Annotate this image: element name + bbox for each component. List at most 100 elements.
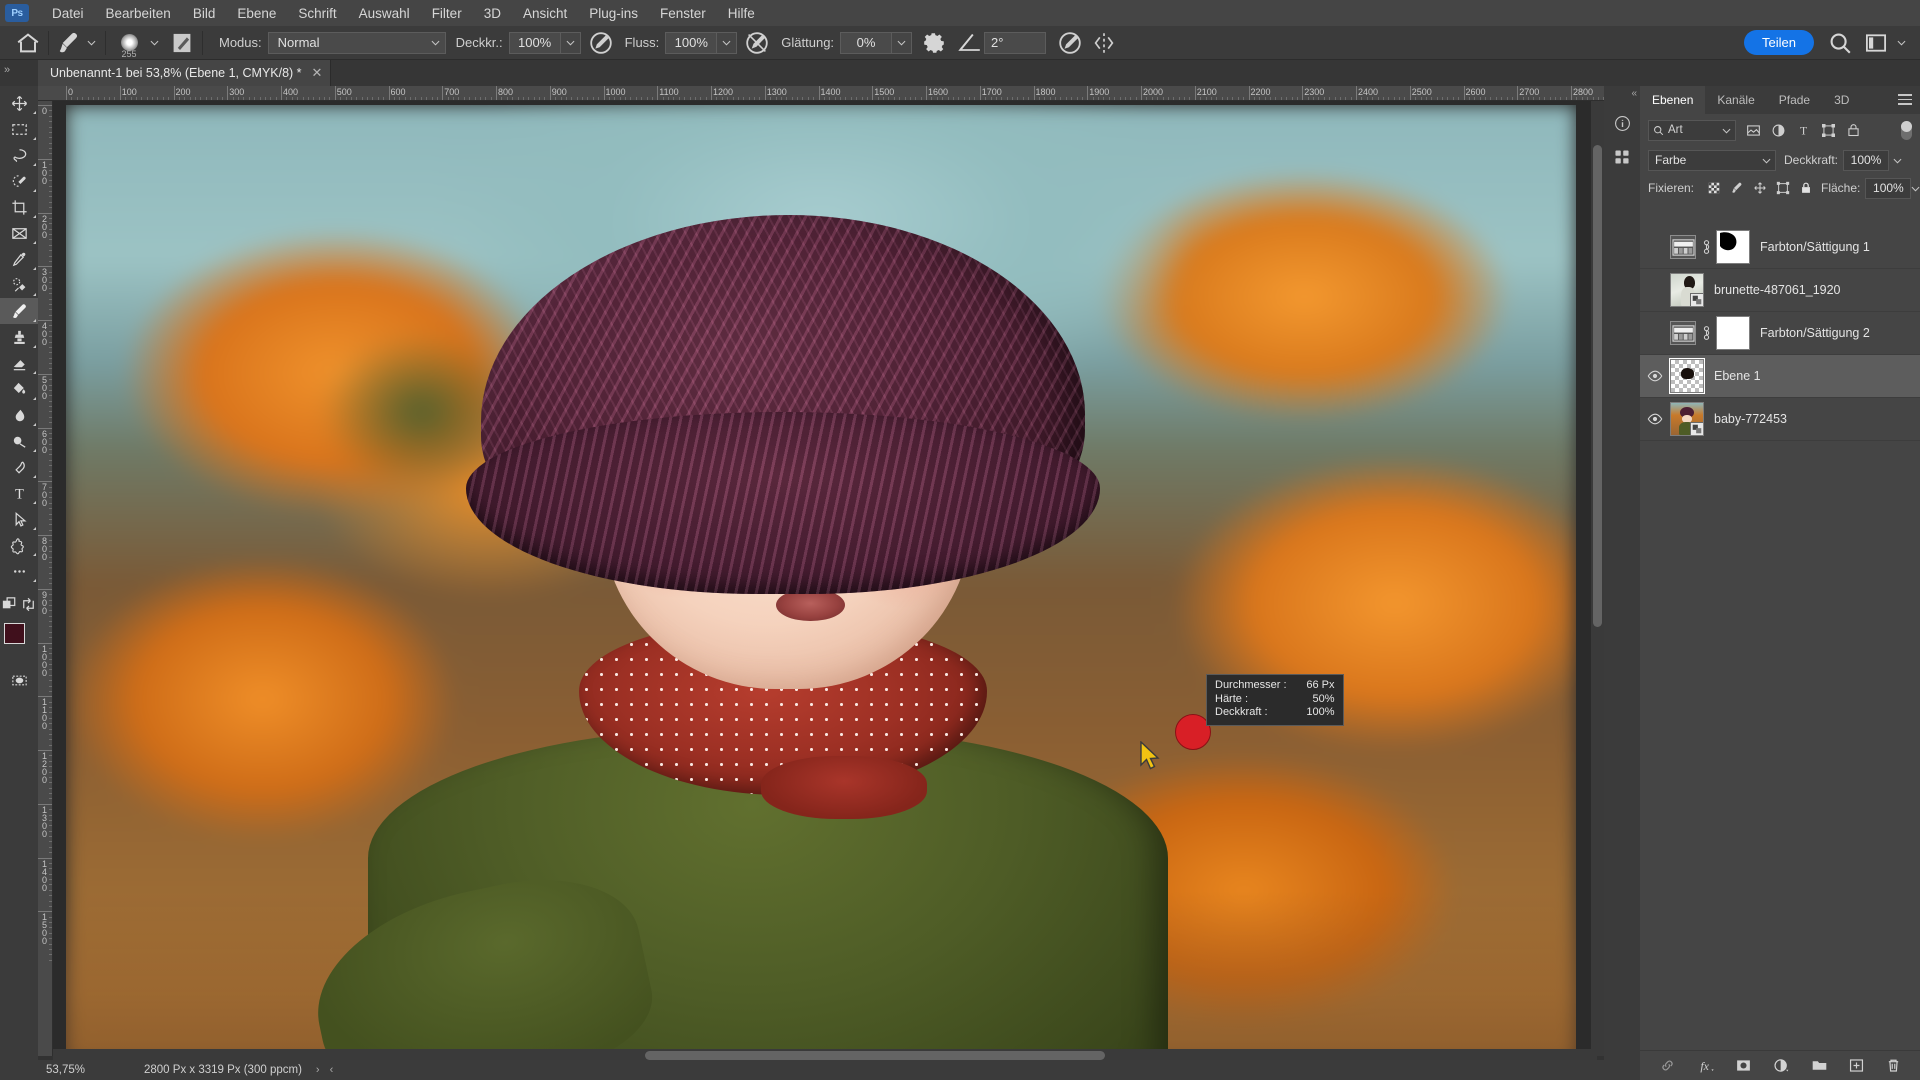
link-icon[interactable]	[1701, 324, 1712, 342]
info-panel-button[interactable]	[1604, 106, 1640, 140]
eye-icon[interactable]	[1647, 370, 1663, 382]
canvas-area[interactable]: Durchmesser : 66 Px Härte : 50% Deckkraft : 1…	[53, 101, 1610, 1056]
workspace-icon[interactable]	[1862, 30, 1890, 56]
menu-item-schrift[interactable]: Schrift	[287, 3, 347, 24]
document-tab[interactable]: Unbenannt-1 bei 53,8% (Ebene 1, CMYK/8) …	[38, 60, 332, 86]
layer-mask-thumbnail[interactable]	[1716, 230, 1750, 264]
brush-settings-icon[interactable]	[168, 30, 196, 56]
layer-row[interactable]: Farbton/Sättigung 1	[1640, 226, 1920, 269]
blend-mode-select[interactable]: Normal	[267, 31, 446, 54]
clone-stamp-tool[interactable]	[0, 324, 38, 350]
tab-kan-le[interactable]: Kanäle	[1705, 86, 1766, 114]
layer-thumbnails[interactable]	[1668, 316, 1750, 350]
layer-filter-select[interactable]: Art	[1648, 119, 1736, 141]
menu-item-fenster[interactable]: Fenster	[649, 3, 717, 24]
symmetry-icon[interactable]	[1090, 30, 1118, 56]
layer-visibility-toggle[interactable]	[1642, 413, 1668, 425]
layer-thumbnails[interactable]	[1668, 273, 1704, 307]
document-dimensions[interactable]: 2800 Px x 3319 Px (300 ppcm)	[134, 1064, 302, 1076]
pen-tool[interactable]	[0, 454, 38, 480]
shape-icon[interactable]	[1821, 123, 1836, 138]
layer-mask-thumbnail[interactable]	[1716, 316, 1750, 350]
brush-preset-chevron-icon[interactable]	[146, 30, 162, 56]
menu-item-3d[interactable]: 3D	[473, 3, 512, 24]
layer-opacity-chevron-icon[interactable]	[1889, 150, 1906, 171]
tab-pfade[interactable]: Pfade	[1767, 86, 1822, 114]
libraries-panel-button[interactable]	[1604, 140, 1640, 174]
plus-square-icon[interactable]	[1848, 1057, 1865, 1074]
tab-3d[interactable]: 3D	[1822, 86, 1861, 114]
link-icon[interactable]	[1659, 1057, 1676, 1074]
brush-tool[interactable]	[0, 298, 38, 324]
airbrush-icon[interactable]	[743, 30, 771, 56]
flow-stepper[interactable]	[717, 31, 738, 54]
adjustment-thumbnail[interactable]	[1670, 235, 1696, 259]
search-icon[interactable]	[1826, 30, 1854, 56]
chevron-right-icon[interactable]: ›	[316, 1064, 320, 1076]
scrollbar-thumb[interactable]	[1593, 145, 1602, 627]
lasso-tool[interactable]	[0, 142, 38, 168]
layer-row[interactable]: brunette-487061_1920	[1640, 269, 1920, 312]
gradient-tool[interactable]	[0, 376, 38, 402]
flow-input[interactable]: 100%	[665, 31, 718, 54]
healing-brush-tool[interactable]	[0, 272, 38, 298]
menu-item-hilfe[interactable]: Hilfe	[717, 3, 766, 24]
screen-mode-icon[interactable]	[0, 591, 19, 617]
zoom-level[interactable]: 53,75%	[38, 1064, 134, 1076]
adjustment-thumbnail[interactable]	[1670, 321, 1696, 345]
layer-thumbnails[interactable]	[1668, 402, 1704, 436]
shape-tool[interactable]	[0, 532, 38, 558]
brush-icon[interactable]	[1730, 181, 1744, 195]
smart-object-icon[interactable]	[1846, 123, 1861, 138]
collapse-panels-icon[interactable]: «	[1631, 88, 1637, 99]
trash-icon[interactable]	[1885, 1057, 1902, 1074]
panel-menu-icon[interactable]	[1898, 94, 1912, 108]
chevron-left-icon[interactable]: ‹	[330, 1064, 334, 1076]
folder-icon[interactable]	[1811, 1057, 1828, 1074]
photoshop-logo[interactable]: Ps	[5, 4, 29, 22]
layer-opacity-input[interactable]: 100%	[1843, 149, 1890, 171]
menu-item-ansicht[interactable]: Ansicht	[512, 3, 578, 24]
layer-visibility-toggle[interactable]	[1642, 370, 1668, 382]
opacity-input[interactable]: 100%	[508, 31, 561, 54]
dodge-tool[interactable]	[0, 428, 38, 454]
menu-item-bearbeiten[interactable]: Bearbeiten	[95, 3, 182, 24]
layer-thumbnail[interactable]	[1670, 273, 1704, 307]
layer-thumbnail[interactable]	[1670, 402, 1704, 436]
swap-colors-icon[interactable]	[19, 591, 38, 617]
move-tool[interactable]	[0, 90, 38, 116]
quick-mask-icon[interactable]	[0, 667, 38, 693]
brush-tool-icon[interactable]	[55, 30, 83, 56]
fill-input[interactable]: 100%	[1865, 177, 1912, 199]
crop-tool[interactable]	[0, 194, 38, 220]
menu-item-datei[interactable]: Datei	[41, 3, 95, 24]
more-tools[interactable]	[0, 558, 38, 584]
mask-link-icon[interactable]	[1700, 324, 1712, 342]
pressure-size-icon[interactable]	[1056, 30, 1084, 56]
blur-tool[interactable]	[0, 402, 38, 428]
fill-chevron-icon[interactable]	[1911, 178, 1920, 199]
menu-item-plug-ins[interactable]: Plug-ins	[578, 3, 649, 24]
link-icon[interactable]	[1701, 238, 1712, 256]
artboard-icon[interactable]	[1776, 181, 1790, 195]
checkerboard-icon[interactable]	[1707, 181, 1721, 195]
layer-blend-mode-select[interactable]: Farbe	[1648, 149, 1776, 171]
layers-list[interactable]: Farbton/Sättigung 1 brunette-487061_1920 F…	[1640, 226, 1920, 1044]
gear-icon[interactable]	[920, 30, 948, 56]
tab-ebenen[interactable]: Ebenen	[1640, 86, 1706, 114]
layer-row[interactable]: Farbton/Sättigung 2	[1640, 312, 1920, 355]
adjustment-icon[interactable]	[1772, 1057, 1791, 1074]
smoothing-stepper[interactable]	[892, 31, 913, 54]
layer-thumbnails[interactable]	[1668, 230, 1750, 264]
color-swatches[interactable]	[0, 621, 38, 661]
brush-tool-chevron-icon[interactable]	[83, 30, 99, 56]
fx-icon[interactable]: fx	[1696, 1057, 1715, 1074]
share-button[interactable]: Teilen	[1744, 30, 1814, 55]
layer-mask-icon[interactable]	[1735, 1057, 1752, 1074]
move-icon[interactable]	[1753, 181, 1767, 195]
eyedropper-tool[interactable]	[0, 246, 38, 272]
menu-item-bild[interactable]: Bild	[182, 3, 227, 24]
layer-row[interactable]: Ebene 1	[1640, 355, 1920, 398]
menu-item-ebene[interactable]: Ebene	[226, 3, 287, 24]
opacity-stepper[interactable]	[560, 31, 581, 54]
